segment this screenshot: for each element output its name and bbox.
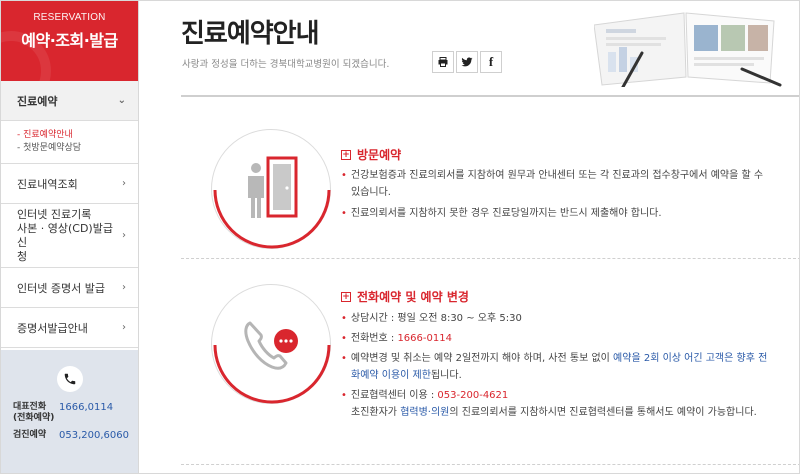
list-item: • 전화번호 : 1666-0114 — [341, 333, 452, 344]
page: RESERVATION 예약·조회·발급 진료예약 ⌄ - 진료예약안내 - 첫… — [0, 0, 800, 474]
chevron-right-icon: › — [122, 178, 126, 189]
phone-icon — [56, 366, 83, 392]
phone-circle — [211, 284, 331, 404]
sidebar-item-cert-internet[interactable]: 인터넷 증명서 발급 › — [1, 268, 138, 308]
list-item: • 진료협력센터 이용 : 053-200-4621 — [341, 390, 509, 401]
tel-number[interactable]: 1666-0114 — [397, 333, 452, 344]
section-divider — [181, 258, 799, 259]
submenu-item-first-visit[interactable]: - 첫방문예약상담 — [17, 142, 138, 155]
call-rep: 대표전화 (전화예약) 1666,0114 — [13, 402, 114, 424]
sidebar-item-label: 증명서발급안내 — [17, 321, 88, 335]
sidebar-item-cert-guide[interactable]: 증명서발급안내 › — [1, 308, 138, 348]
sidebar-header-eng: RESERVATION — [33, 12, 106, 23]
plus-icon: + — [341, 291, 351, 302]
facebook-icon[interactable]: f — [480, 51, 502, 73]
print-icon[interactable] — [432, 51, 454, 73]
list-item: 화예약 이용이 제한됩니다. — [351, 370, 462, 381]
list-item: • 진료의뢰서를 지참하지 못한 경우 진료당일까지는 반드시 제출해야 합니다. — [341, 208, 662, 219]
check-phone-number[interactable]: 053,200,6060 — [59, 430, 129, 441]
list-item: 초진환자가 협력병·의원의 진료의뢰서를 지참하시면 진료협력센터를 통해서도 … — [351, 407, 757, 418]
sidebar-item-label: 인터넷 진료기록 사본 · 영상(CD)발급 신 청 — [17, 207, 113, 263]
sidebar-item-history[interactable]: 진료내역조회 › — [1, 164, 138, 204]
sidebar-submenu: - 진료예약안내 - 첫방문예약상담 — [1, 121, 138, 164]
chevron-down-icon: ⌄ — [117, 95, 126, 106]
plus-icon: + — [341, 149, 351, 160]
header-divider — [181, 95, 799, 97]
call-check: 검진예약 053,200,6060 — [13, 430, 129, 441]
chevron-right-icon: › — [122, 282, 126, 293]
phone-chat-icon — [244, 321, 298, 370]
main-content: 진료예약안내 사랑과 정성을 더하는 경북대학교병원이 되겠습니다. f + 방… — [139, 1, 799, 473]
sidebar-item-label: 인터넷 증명서 발급 — [17, 281, 105, 295]
door-person-icon — [248, 156, 298, 218]
chevron-right-icon: › — [122, 322, 126, 333]
sidebar-item-internet-record[interactable]: 인터넷 진료기록 사본 · 영상(CD)발급 신 청 › — [1, 204, 138, 268]
section-divider — [181, 464, 799, 465]
phone-title: + 전화예약 및 예약 변경 — [341, 290, 469, 304]
visit-bullets: • 건강보험증과 진료의뢰서를 지참하여 원무과 안내센터 또는 각 진료과의 접… — [341, 167, 791, 222]
page-title: 진료예약안내 — [181, 19, 320, 49]
list-item: • 건강보험증과 진료의뢰서를 지참하여 원무과 안내센터 또는 각 진료과의 접… — [341, 170, 764, 181]
submenu-item-guide[interactable]: - 진료예약안내 — [17, 129, 138, 142]
twitter-icon[interactable] — [456, 51, 478, 73]
page-subtitle: 사랑과 정성을 더하는 경북대학교병원이 되겠습니다. — [182, 59, 390, 70]
chevron-right-icon: › — [122, 230, 126, 241]
sidebar-header: RESERVATION 예약·조회·발급 — [1, 1, 138, 81]
sidebar-item-label: 진료예약 — [17, 94, 58, 108]
list-item: 있습니다. — [351, 187, 391, 198]
partner-link[interactable]: 협력병·의원 — [400, 407, 449, 418]
list-item: • 상담시간 : 평일 오전 8:30 ~ 오후 5:30 — [341, 313, 522, 324]
phone-bullets: • 상담시간 : 평일 오전 8:30 ~ 오후 5:30 • 전화번호 : 166… — [341, 310, 791, 421]
book-illustration — [594, 12, 782, 87]
sidebar: RESERVATION 예약·조회·발급 진료예약 ⌄ - 진료예약안내 - 첫… — [1, 1, 139, 473]
center-number[interactable]: 053-200-4621 — [437, 390, 508, 401]
list-item: • 예약변경 및 취소는 예약 2일전까지 해야 하며, 사전 통보 없이 예약을… — [341, 353, 768, 364]
share-buttons: f — [432, 51, 504, 73]
rep-phone-number[interactable]: 1666,0114 — [59, 402, 113, 424]
visit-title: + 방문예약 — [341, 148, 402, 162]
visit-circle — [211, 129, 331, 249]
sidebar-item-label: 진료내역조회 — [17, 177, 78, 191]
sidebar-item-reservation[interactable]: 진료예약 ⌄ — [1, 81, 138, 121]
call-box: 대표전화 (전화예약) 1666,0114 검진예약 053,200,6060 — [1, 350, 138, 473]
